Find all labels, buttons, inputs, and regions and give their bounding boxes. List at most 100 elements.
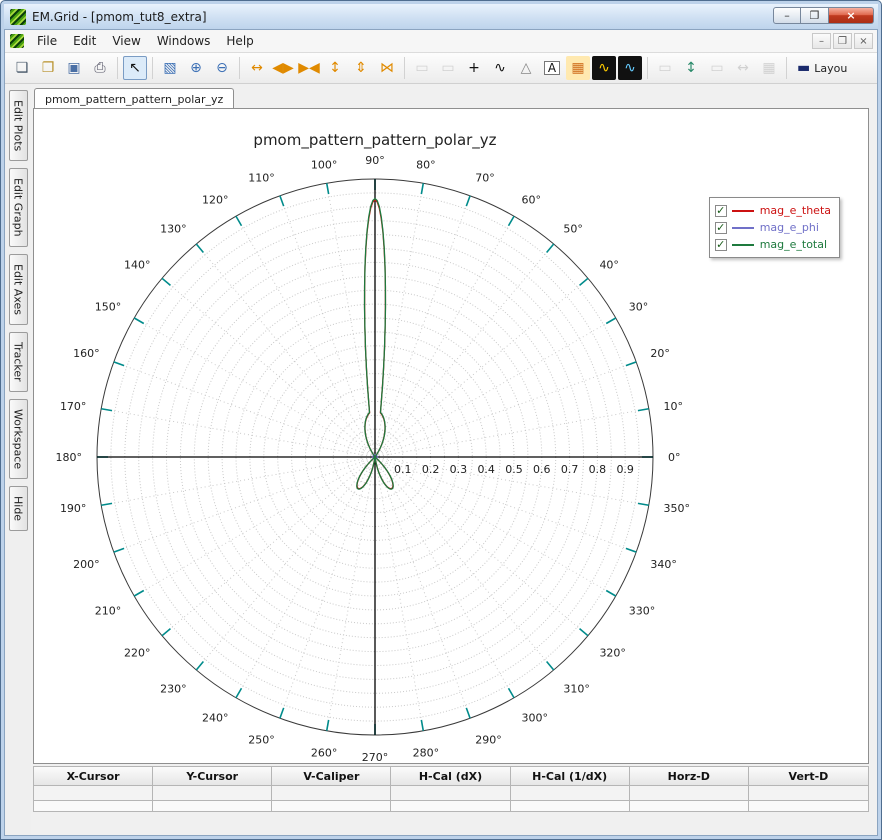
grid-settings-button: ▦ [757, 56, 781, 80]
polygon-tool-button[interactable]: △ [514, 56, 538, 80]
maximize-button[interactable]: ❐ [801, 7, 829, 24]
angle-tick-140 [162, 278, 170, 285]
color-palette-button[interactable]: ▦ [566, 56, 590, 80]
angle-tick-310 [547, 662, 554, 670]
legend: ✓mag_e_theta✓mag_e_phi✓mag_e_total [709, 197, 840, 258]
angle-label-300: 300° [522, 712, 549, 725]
pan-horizontal-button: ↔ [731, 56, 755, 80]
text-annotation-icon: A [544, 61, 560, 75]
sidebar-tab-edit-axes[interactable]: Edit Axes [9, 254, 28, 325]
save-file-icon: ▣ [67, 61, 80, 75]
open-file-button[interactable]: ❐ [36, 56, 60, 80]
zoom-out-icon: ⊖ [216, 61, 228, 75]
angle-label-280: 280° [413, 747, 440, 760]
legend-checkbox-mag-e-phi[interactable]: ✓ [715, 222, 727, 234]
shrink-horizontal-icon: ▶◀ [298, 61, 320, 75]
window-title: EM.Grid - [pmom_tut8_extra] [32, 10, 207, 24]
pointer-tool-button[interactable]: ↖ [123, 56, 147, 80]
status-extra-h-cal-dx [391, 801, 510, 812]
angle-tick-210 [134, 591, 144, 597]
zoom-in-button[interactable]: ⊕ [184, 56, 208, 80]
grid-radial-line [134, 318, 375, 457]
colormap-dark-1-button[interactable]: ∿ [592, 56, 616, 80]
sidebar-tab-edit-plots[interactable]: Edit Plots [9, 90, 28, 161]
print-icon: ⎙ [94, 61, 105, 75]
legend-checkbox-mag-e-theta[interactable]: ✓ [715, 205, 727, 217]
angle-tick-170 [101, 409, 112, 411]
angle-label-40: 40° [599, 259, 619, 272]
colormap-dark-2-button[interactable]: ∿ [618, 56, 642, 80]
grid-radial-line [375, 278, 588, 457]
angle-label-80: 80° [416, 158, 436, 171]
menu-view[interactable]: View [104, 31, 148, 51]
layout-button[interactable]: ▬Layou [792, 56, 852, 80]
expand-vertical-button[interactable]: ⇕ [349, 56, 373, 80]
menu-edit[interactable]: Edit [65, 31, 104, 51]
sidebar-tab-hide[interactable]: Hide [9, 486, 28, 531]
title-bar[interactable]: EM.Grid - [pmom_tut8_extra] – ❐ × [4, 4, 878, 29]
sidebar-tab-edit-graph[interactable]: Edit Graph [9, 168, 28, 247]
grid-radial-line [375, 457, 514, 698]
angle-label-260: 260° [311, 747, 338, 760]
main-area: pmom_pattern_pattern_polar_yz pmom_patte… [31, 84, 877, 835]
angle-label-110: 110° [248, 172, 275, 185]
fit-page-vertical-button[interactable]: ↕ [679, 56, 703, 80]
toolbar-separator [239, 57, 240, 79]
zoom-region-button[interactable]: ▧ [158, 56, 182, 80]
status-extra-vert-d [749, 801, 868, 812]
polygon-tool-icon: △ [521, 61, 532, 75]
grid-radial-line [375, 457, 423, 731]
status-value-horz-d [630, 786, 749, 801]
angle-tick-150 [134, 318, 144, 324]
save-file-button[interactable]: ▣ [62, 56, 86, 80]
sidebar-tab-tracker[interactable]: Tracker [9, 332, 28, 392]
new-file-button[interactable]: ❏ [10, 56, 34, 80]
angle-tick-120 [236, 216, 242, 226]
mdi-close-button[interactable]: × [854, 33, 873, 49]
app-window: EM.Grid - [pmom_tut8_extra] – ❐ × FileEd… [0, 0, 882, 840]
mdi-minimize-button[interactable]: – [812, 33, 831, 49]
menu-help[interactable]: Help [218, 31, 261, 51]
text-annotation-button[interactable]: A [540, 56, 564, 80]
status-extra-row [34, 801, 868, 812]
angle-tick-190 [101, 503, 112, 505]
legend-label-mag-e-theta: mag_e_theta [760, 204, 831, 217]
status-value-row [34, 786, 868, 801]
angle-label-90: 90° [365, 154, 385, 167]
trace-cursor-button[interactable]: ∿ [488, 56, 512, 80]
minimize-button[interactable]: – [773, 7, 801, 24]
fit-horizontal-button[interactable]: ↔ [245, 56, 269, 80]
status-col-h-cal-dx: H-Cal (dX) [391, 767, 510, 786]
close-button[interactable]: × [829, 7, 874, 24]
add-marker-button[interactable]: + [462, 56, 486, 80]
toolbar-separator [786, 57, 787, 79]
legend-checkbox-mag-e-total[interactable]: ✓ [715, 239, 727, 251]
legend-label-mag-e-phi: mag_e_phi [760, 221, 819, 234]
expand-horizontal-button[interactable]: ◀▶ [271, 56, 295, 80]
shrink-horizontal-button[interactable]: ▶◀ [297, 56, 321, 80]
print-button[interactable]: ⎙ [88, 56, 112, 80]
toolbar-separator [647, 57, 648, 79]
chart-title: pmom_pattern_pattern_polar_yz [253, 131, 496, 150]
select-region-button: ▭ [436, 56, 460, 80]
angle-label-70: 70° [475, 172, 495, 185]
zoom-out-button[interactable]: ⊖ [210, 56, 234, 80]
tab-pmom-pattern-pattern-polar-yz[interactable]: pmom_pattern_pattern_polar_yz [34, 88, 234, 109]
status-extra-horz-d [630, 801, 749, 812]
mdi-restore-button[interactable]: ❐ [833, 33, 852, 49]
angle-label-220: 220° [124, 646, 151, 659]
fit-vertical-button[interactable]: ↕ [323, 56, 347, 80]
angle-tick-80 [421, 183, 423, 194]
sidebar-tab-workspace[interactable]: Workspace [9, 399, 28, 479]
expand-vertical-icon: ⇕ [355, 61, 367, 75]
menu-file[interactable]: File [29, 31, 65, 51]
menu-windows[interactable]: Windows [149, 31, 219, 51]
radial-label-0.6: 0.6 [533, 463, 551, 476]
autoscale-button[interactable]: ⋈ [375, 56, 399, 80]
legend-item-mag-e-phi: ✓ mag_e_phi [715, 219, 831, 236]
angle-tick-30 [606, 318, 616, 324]
angle-label-150: 150° [95, 301, 122, 314]
angle-label-240: 240° [202, 712, 229, 725]
angle-tick-340 [626, 548, 636, 552]
status-value-h-cal-dx [391, 786, 510, 801]
